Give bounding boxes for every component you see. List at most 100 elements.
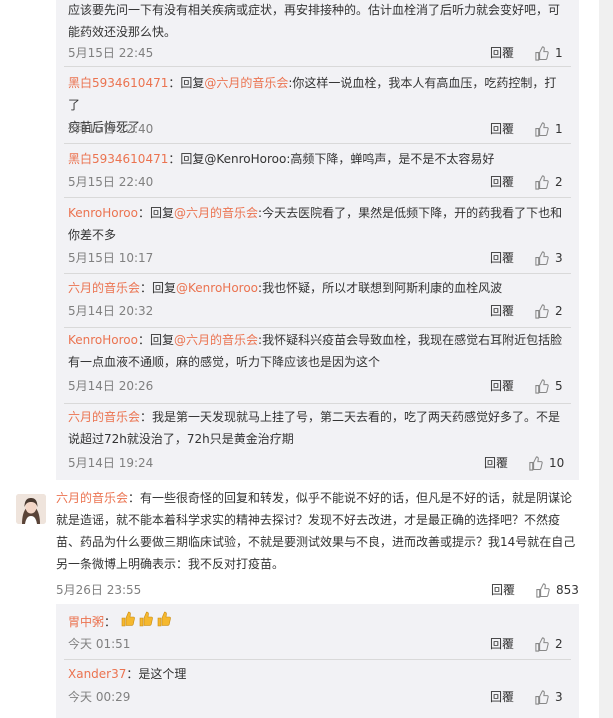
reply-item: KenroHoroo：回复@六月的音乐会:今天去医院看了，果然是低频下降，开的药… — [56, 198, 579, 274]
like-button[interactable]: 3 — [534, 689, 563, 705]
reply-prefix: ：回复 — [138, 333, 175, 347]
reply-button[interactable]: 回覆 — [490, 174, 514, 190]
reply-text: 应该要先问一下有没有相关疾病或症状，再安排接种的。估计血栓消了后听力就会变好吧，… — [68, 0, 565, 43]
reply-text-line: :我怀疑科兴疫苗会导致血栓，我现在感觉右耳附近包括脸 — [258, 333, 563, 347]
reply-item: 六月的音乐会：我是第一天发现就马上挂了号，第二天去看的，吃了两天药感觉好多了。不… — [56, 404, 579, 480]
like-button[interactable]: 1 — [534, 45, 563, 61]
thumbs-up-emoji — [121, 611, 171, 627]
mention-link[interactable]: @六月的音乐会 — [174, 206, 258, 220]
reply-button[interactable]: 回覆 — [490, 689, 514, 705]
reply-text: KenroHoroo：回复@六月的音乐会:今天去医院看了，果然是低频下降，开的药… — [68, 202, 565, 246]
reply-text-line: ：我是第一天发现就马上挂了号，第二天去看的，吃了两天药感觉好多了。不是 — [140, 410, 561, 424]
reply-text-line: ： — [104, 615, 117, 629]
like-count: 3 — [555, 251, 563, 265]
reply-prefix: ：回复 — [138, 206, 175, 220]
like-count: 1 — [555, 46, 563, 60]
thumbs-up-icon — [535, 689, 549, 705]
mention-link[interactable]: @六月的音乐会 — [204, 76, 288, 90]
reply-text-line: 你差不多 — [68, 228, 117, 242]
reply-username[interactable]: 黑白5934610471 — [68, 76, 168, 90]
reply-button[interactable]: 回覆 — [490, 636, 514, 652]
comment-text-line: 就是造谣，就不能本着科学求实的精神去探讨？发现不好去改进，才是最正确的选择吧？不… — [56, 513, 561, 527]
reply-time: 5月15日 22:40 — [68, 175, 154, 189]
like-button[interactable]: 2 — [534, 636, 563, 652]
reply-button[interactable]: 回覆 — [490, 45, 514, 61]
thumbs-up-icon — [535, 250, 549, 266]
reply-username[interactable]: KenroHoroo — [68, 206, 138, 220]
scrollbar[interactable] — [599, 0, 613, 718]
reply-item: 黑白5934610471：回复@六月的音乐会:你这样一说血栓，我本人有高血压，吃… — [56, 66, 579, 144]
like-button[interactable]: 1 — [534, 121, 563, 137]
reply-button[interactable]: 回覆 — [490, 303, 514, 319]
mention-link[interactable]: @KenroHoroo — [176, 281, 258, 295]
mention-link[interactable]: @KenroHoroo — [204, 152, 286, 166]
reply-username[interactable]: KenroHoroo — [68, 333, 138, 347]
reply-time: 5月15日 10:17 — [68, 251, 154, 265]
avatar[interactable] — [16, 494, 46, 524]
reply-username[interactable]: 胃中粥 — [68, 615, 104, 629]
reply-button[interactable]: 回覆 — [491, 582, 515, 598]
like-count: 5 — [555, 379, 563, 393]
thumbs-up-icon — [535, 636, 549, 652]
reply-panel-top: 应该要先问一下有没有相关疾病或症状，再安排接种的。估计血栓消了后听力就会变好吧，… — [56, 0, 579, 480]
thumbs-up-emoji-group — [120, 610, 174, 635]
main-comment: 六月的音乐会：有一些很奇怪的回复和转发，似乎不能说不好的话，但凡是不好的话，就是… — [56, 487, 586, 575]
like-count: 2 — [555, 304, 563, 318]
reply-time: 今天 00:29 — [68, 690, 131, 704]
reply-text-line: 有一点血液不通顺，麻的感觉，听力下降应该也是因为这个 — [68, 355, 381, 369]
avatar-image — [16, 494, 46, 524]
reply-username[interactable]: 六月的音乐会 — [68, 410, 140, 424]
reply-item: 胃中粥： 今天 01:51 回覆 2 — [56, 604, 579, 660]
reply-prefix: ：回复 — [140, 281, 177, 295]
comment-text-line: 另一条微博上明确表示：我不反对打疫苗。 — [56, 557, 285, 571]
reply-button[interactable]: 回覆 — [484, 455, 508, 471]
like-count: 1 — [555, 122, 563, 136]
thumbs-up-icon — [535, 45, 549, 61]
reply-time: 5月14日 20:32 — [68, 304, 154, 318]
reply-prefix: ：回复 — [168, 76, 205, 90]
reply-item: 六月的音乐会：回复@KenroHoroo:我也怀疑，所以才联想到阿斯利康的血栓风… — [56, 274, 579, 328]
reply-text: Xander37：是这个理 — [68, 663, 565, 685]
like-button[interactable]: 3 — [534, 250, 563, 266]
thumbs-up-icon — [535, 378, 549, 394]
thumbs-up-icon — [535, 174, 549, 190]
like-button[interactable]: 2 — [534, 174, 563, 190]
thumbs-up-icon — [535, 303, 549, 319]
like-count: 3 — [555, 690, 563, 704]
reply-text: 胃中粥： — [68, 610, 565, 635]
reply-button[interactable]: 回覆 — [490, 121, 514, 137]
comment-username[interactable]: 六月的音乐会 — [56, 491, 128, 505]
like-button[interactable]: 853 — [535, 582, 579, 598]
reply-time: 5月14日 20:26 — [68, 379, 154, 393]
reply-text: 六月的音乐会：我是第一天发现就马上挂了号，第二天去看的，吃了两天药感觉好多了。不… — [68, 406, 565, 450]
like-count: 853 — [556, 583, 579, 597]
reply-time: 5月15日 22:40 — [68, 122, 154, 136]
reply-time: 5月14日 19:24 — [68, 456, 154, 470]
like-button[interactable]: 5 — [534, 378, 563, 394]
reply-time: 今天 01:51 — [68, 637, 131, 651]
reply-time: 5月15日 22:45 — [68, 46, 154, 60]
reply-panel-bottom: 胃中粥： 今天 01:51 回覆 2 Xander37：是这个理 今天 00:2… — [56, 604, 579, 718]
reply-text-line: :高频下降，蝉鸣声，是不是不太容易好 — [286, 152, 495, 166]
thumbs-up-icon — [535, 121, 549, 137]
like-button[interactable]: 2 — [534, 303, 563, 319]
reply-text-line: 应该要先问一下有没有相关疾病或症状，再安排接种的。估计血栓消了后听力就会变好吧，… — [68, 3, 561, 17]
reply-prefix: ：回复 — [168, 152, 205, 166]
reply-text: 六月的音乐会：回复@KenroHoroo:我也怀疑，所以才联想到阿斯利康的血栓风… — [68, 277, 565, 299]
thumbs-up-icon — [536, 582, 550, 598]
like-count: 2 — [555, 637, 563, 651]
mention-link[interactable]: @六月的音乐会 — [174, 333, 258, 347]
reply-username[interactable]: 黑白5934610471 — [68, 152, 168, 166]
like-count: 2 — [555, 175, 563, 189]
reply-username[interactable]: 六月的音乐会 — [68, 281, 140, 295]
thumbs-up-icon — [529, 455, 543, 471]
reply-text-line: ：是这个理 — [126, 667, 187, 681]
reply-item: 黑白5934610471：回复@KenroHoroo:高频下降，蝉鸣声，是不是不… — [56, 144, 579, 198]
reply-button[interactable]: 回覆 — [490, 250, 514, 266]
reply-button[interactable]: 回覆 — [490, 378, 514, 394]
reply-text-line: :我也怀疑，所以才联想到阿斯利康的血栓风波 — [258, 281, 503, 295]
comment-text-line: 苗、药品为什么要做三期临床试验，不就是要测试效果与不良，进而改善或提示？我14号… — [56, 535, 576, 549]
like-button[interactable]: 10 — [528, 455, 564, 471]
reply-username[interactable]: Xander37 — [68, 667, 126, 681]
reply-item: KenroHoroo：回复@六月的音乐会:我怀疑科兴疫苗会导致血栓，我现在感觉右… — [56, 328, 579, 404]
